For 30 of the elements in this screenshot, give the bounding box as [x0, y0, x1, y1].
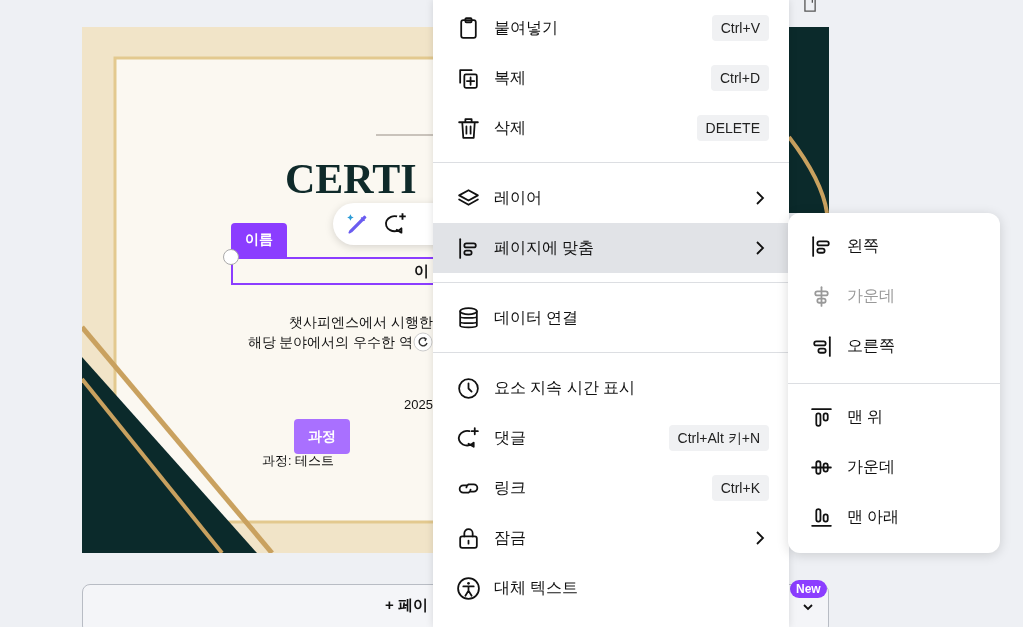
- submenu-item-label: 맨 위: [847, 406, 884, 427]
- menu-item-label: 잠금: [494, 527, 526, 548]
- new-badge: New: [790, 580, 827, 598]
- submenu-item-label: 왼쪽: [847, 235, 879, 256]
- menu-item-label: 붙여넣기: [494, 17, 558, 38]
- shortcut-label: Ctrl+K: [711, 475, 769, 501]
- menu-item-label: 복제: [494, 67, 526, 88]
- shortcut-label: Ctrl+V: [711, 15, 769, 41]
- shortcut-label: Ctrl+Alt 키+N: [668, 425, 769, 451]
- menu-item-label: 삭제: [494, 117, 526, 138]
- submenu-item-label: 가운데: [847, 456, 895, 477]
- menu-item-label: 댓글: [494, 427, 526, 448]
- shortcut-label: DELETE: [696, 115, 769, 141]
- menu-item-label: 요소 지속 시간 표시: [494, 377, 635, 398]
- menu-item-label: 페이지에 맞춤: [494, 237, 595, 258]
- submenu-item-label: 맨 아래: [847, 506, 900, 527]
- menu-item-label: 데이터 연결: [494, 307, 579, 328]
- menu-item-label: 대체 텍스트: [494, 577, 579, 598]
- date-text: 2025: [404, 397, 433, 412]
- shortcut-label: Ctrl+D: [710, 65, 769, 91]
- field-tag: 과정: [294, 419, 350, 454]
- certificate-text: 챗사피엔스에서 시행한: [288, 314, 433, 332]
- course-text: 과정: 테스트: [262, 453, 334, 470]
- certificate-text: 해당 분야에서의 우수한 역: [247, 334, 413, 352]
- menu-item-label: 링크: [494, 477, 526, 498]
- submenu-item-label: 오른쪽: [847, 335, 895, 356]
- menu-item-label: 레이어: [494, 187, 542, 208]
- certificate-title: CERTI: [285, 157, 417, 201]
- field-tag: 이름: [231, 223, 287, 257]
- submenu-item-label: 가운데: [847, 285, 895, 306]
